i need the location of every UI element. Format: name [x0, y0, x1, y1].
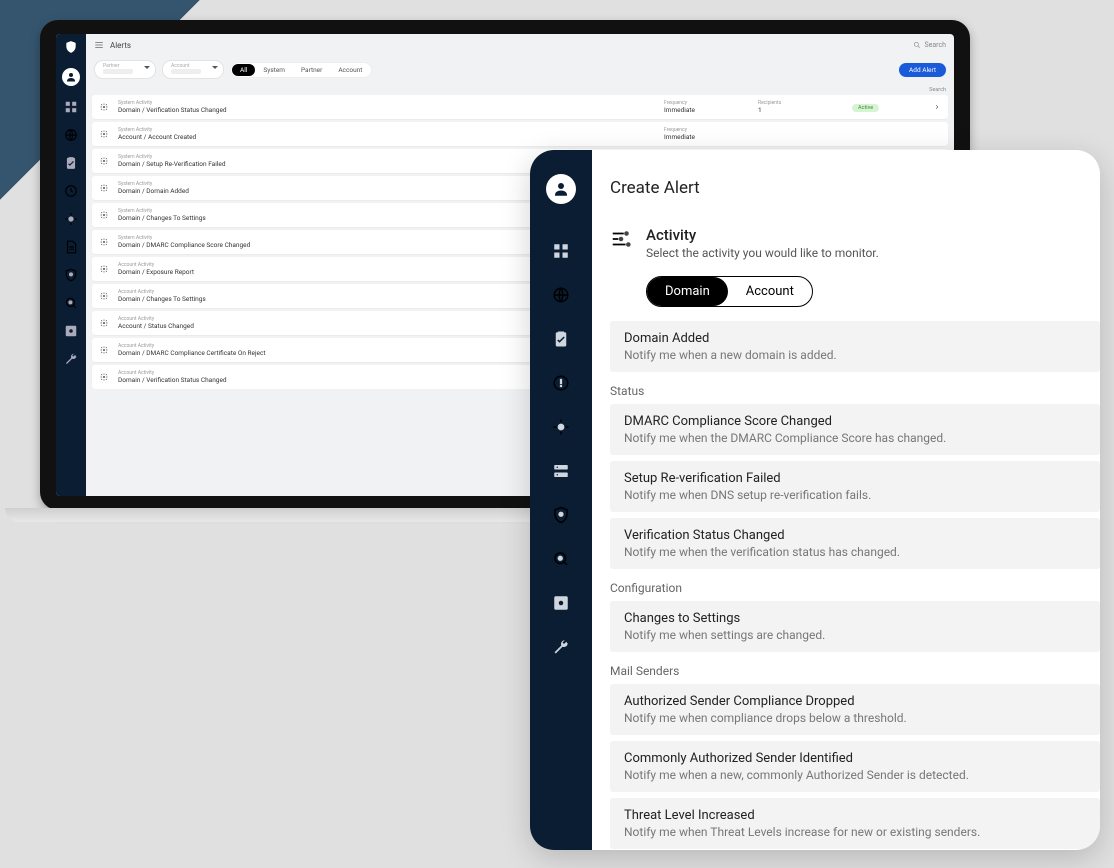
gear-icon: [100, 373, 108, 381]
activity-option[interactable]: DMARC Compliance Score Changed Notify me …: [610, 404, 1100, 455]
breadcrumb: Alerts: [110, 41, 131, 50]
segment-system[interactable]: System: [255, 64, 293, 76]
mini-sidebar: [56, 34, 86, 496]
add-alert-button[interactable]: Add Alert: [899, 63, 946, 77]
alert-icon[interactable]: [552, 374, 570, 392]
activity-option[interactable]: Commonly Authorized Sender Identified Not…: [610, 741, 1100, 792]
wrench-icon[interactable]: [552, 638, 570, 656]
segment-all[interactable]: All: [232, 64, 255, 76]
clipboard-icon[interactable]: [552, 330, 570, 348]
option-title: Authorized Sender Compliance Dropped: [624, 694, 1086, 709]
activity-option[interactable]: Authorized Sender Compliance Dropped Noti…: [610, 684, 1100, 735]
gear-icon: [100, 103, 108, 111]
gear-icon: [100, 292, 108, 300]
activity-option[interactable]: Changes to Settings Notify me when settin…: [610, 601, 1100, 652]
card-sidebar: [530, 150, 592, 850]
chevron-right-icon: [934, 104, 940, 110]
gear-icon: [100, 346, 108, 354]
activity-option[interactable]: Threat Level Increased Notify me when Thr…: [610, 798, 1100, 849]
menu-icon[interactable]: [94, 40, 104, 50]
option-desc: Notify me when settings are changed.: [624, 628, 1086, 642]
option-desc: Notify me when compliance drops below a …: [624, 711, 1086, 725]
section-label: Configuration: [610, 581, 1100, 595]
shield-scan-icon[interactable]: [552, 506, 570, 524]
gear-icon: [100, 184, 108, 192]
option-desc: Notify me when Threat Levels increase fo…: [624, 825, 1086, 839]
filter-segments[interactable]: All System Partner Account: [230, 62, 372, 78]
option-title: Verification Status Changed: [624, 528, 1086, 543]
dashboard-icon[interactable]: [64, 100, 78, 114]
option-desc: Notify me when a new domain is added.: [624, 348, 1086, 362]
gearbox-icon[interactable]: [552, 594, 570, 612]
account-dropdown[interactable]: Account: [162, 60, 224, 79]
activity-tabs[interactable]: Domain Account: [646, 276, 813, 307]
gear-icon: [100, 265, 108, 273]
avatar[interactable]: [546, 174, 576, 204]
segment-partner[interactable]: Partner: [293, 64, 330, 76]
activity-option[interactable]: Setup Re-verification Failed Notify me wh…: [610, 461, 1100, 512]
gearbox-icon[interactable]: [64, 324, 78, 338]
option-desc: Notify me when the verification status h…: [624, 545, 1086, 559]
tab-domain[interactable]: Domain: [647, 277, 728, 306]
create-alert-card: Create Alert Activity Select the activit…: [530, 150, 1100, 850]
option-title: Changes to Settings: [624, 611, 1086, 626]
option-desc: Notify me when a new, commonly Authorize…: [624, 768, 1086, 782]
option-title: Domain Added: [624, 331, 1086, 346]
globe-icon[interactable]: [64, 128, 78, 142]
status-badge: Active: [852, 104, 879, 112]
search-input[interactable]: Search: [913, 41, 946, 49]
wrench-icon[interactable]: [64, 352, 78, 366]
tab-account[interactable]: Account: [728, 277, 812, 306]
partner-dropdown[interactable]: Partner: [94, 60, 156, 79]
option-title: Commonly Authorized Sender Identified: [624, 751, 1086, 766]
lens-icon[interactable]: [552, 550, 570, 568]
alert-row[interactable]: System ActivityDomain / Verification Sta…: [92, 95, 948, 119]
server-icon[interactable]: [552, 462, 570, 480]
dashboard-icon[interactable]: [552, 242, 570, 260]
node-icon[interactable]: [552, 418, 570, 436]
gear-icon: [100, 211, 108, 219]
gear-icon: [100, 238, 108, 246]
option-desc: Notify me when DNS setup re-verification…: [624, 488, 1086, 502]
search-icon: [913, 41, 921, 49]
section-label: Status: [610, 384, 1100, 398]
chevron-down-icon: [144, 66, 150, 72]
gear-icon: [100, 130, 108, 138]
sliders-icon: [610, 228, 632, 250]
gear-icon: [100, 157, 108, 165]
activity-option[interactable]: Verification Status Changed Notify me whe…: [610, 518, 1100, 569]
avatar[interactable]: [62, 68, 80, 86]
globe-icon[interactable]: [552, 286, 570, 304]
card-title: Create Alert: [610, 178, 1100, 198]
activity-option[interactable]: Domain Added Notify me when a new domain …: [610, 321, 1100, 372]
shield-scan-icon[interactable]: [64, 268, 78, 282]
option-title: Setup Re-verification Failed: [624, 471, 1086, 486]
option-title: Threat Level Increased: [624, 808, 1086, 823]
shield-icon: [64, 40, 78, 54]
column-search: Search: [929, 87, 946, 93]
clock-icon[interactable]: [64, 184, 78, 198]
node-icon[interactable]: [64, 212, 78, 226]
activity-sub: Select the activity you would like to mo…: [646, 246, 879, 260]
section-label: Mail Senders: [610, 664, 1100, 678]
gear-icon: [100, 319, 108, 327]
segment-account[interactable]: Account: [330, 64, 370, 76]
doc-icon[interactable]: [64, 240, 78, 254]
clipboard-icon[interactable]: [64, 156, 78, 170]
option-desc: Notify me when the DMARC Compliance Scor…: [624, 431, 1086, 445]
alert-row[interactable]: System ActivityAccount / Account Created…: [92, 122, 948, 146]
lens-icon[interactable]: [64, 296, 78, 310]
chevron-down-icon: [212, 66, 218, 72]
activity-heading: Activity: [646, 226, 879, 244]
option-title: DMARC Compliance Score Changed: [624, 414, 1086, 429]
